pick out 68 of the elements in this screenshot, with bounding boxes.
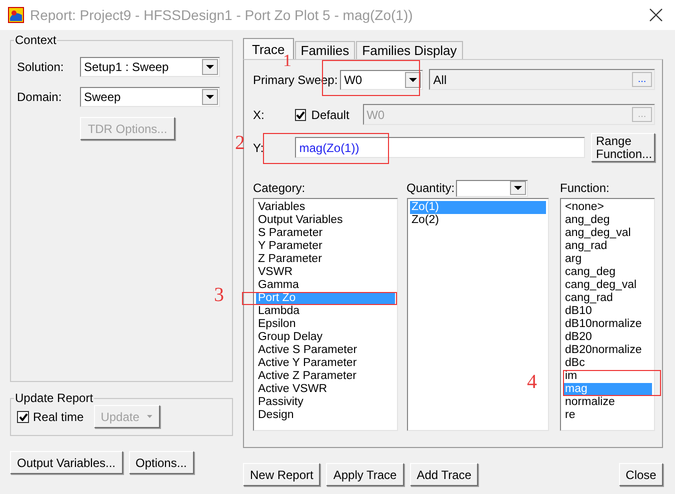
function-item[interactable]: ang_deg_val [563, 227, 652, 240]
function-item[interactable]: ang_rad [563, 240, 652, 253]
category-item[interactable]: Passivity [256, 396, 395, 409]
group-title: Context [14, 33, 58, 47]
y-expression-field[interactable]: mag(Zo(1)) [295, 137, 585, 158]
category-item[interactable]: Gamma [256, 279, 395, 292]
category-item[interactable]: Group Delay [256, 331, 395, 344]
category-item[interactable]: Active Z Parameter [256, 370, 395, 383]
category-item[interactable]: Active Y Parameter [256, 357, 395, 370]
close-icon[interactable] [649, 8, 663, 22]
category-item[interactable]: Lambda [256, 305, 395, 318]
function-item[interactable]: dBc [563, 357, 652, 370]
close-button[interactable]: Close [619, 463, 663, 486]
sweep-range-field[interactable]: All ... [429, 69, 655, 90]
function-item[interactable]: arg [563, 253, 652, 266]
checkbox-label: Default [311, 108, 350, 122]
category-item[interactable]: Output Variables [256, 214, 395, 227]
dialog-button[interactable]: New Report [243, 463, 320, 486]
checkbox[interactable] [17, 410, 29, 422]
function-item[interactable]: dB10 [563, 305, 652, 318]
window-title: Report: Project9 - HFSSDesign1 - Port Zo Plot 5 - mag(Zo(1)) [30, 7, 414, 23]
app-icon [8, 7, 24, 23]
variable-dropdown[interactable]: W0 [340, 70, 424, 90]
category-item[interactable]: Active VSWR [256, 383, 395, 396]
range-function-button[interactable]: Range Function... [591, 133, 655, 162]
function-item[interactable]: ang_deg [563, 214, 652, 227]
function-item[interactable]: normalize [563, 396, 652, 409]
function-item[interactable]: cang_rad [563, 292, 652, 305]
category-item[interactable]: Epsilon [256, 318, 395, 331]
dialog-button[interactable]: Options... [128, 451, 194, 474]
field-label: Solution: [17, 60, 65, 74]
category-item[interactable]: Variables [256, 201, 395, 214]
domain-dropdown[interactable]: Sweep [80, 87, 220, 107]
solution-dropdown[interactable]: Setup1 : Sweep [80, 57, 220, 77]
caret-icon [147, 414, 153, 419]
annotation-number: 2 [235, 133, 245, 153]
list-label: Category: [253, 180, 306, 197]
function-item[interactable]: cang_deg [563, 266, 652, 279]
checkbox-label: Real time [33, 410, 84, 424]
category-item[interactable]: VSWR [256, 266, 395, 279]
list-label: Function: [560, 180, 610, 197]
function-item[interactable]: dB20normalize [563, 344, 652, 357]
category-item[interactable]: Y Parameter [256, 240, 395, 253]
function-item[interactable]: dB10normalize [563, 318, 652, 331]
dialog-button[interactable]: Output Variables... [10, 451, 122, 474]
dialog-button[interactable]: Apply Trace [326, 463, 404, 486]
annotation-number: 3 [214, 285, 224, 305]
quantity-item[interactable]: Zo(2) [410, 214, 546, 227]
function-item[interactable]: re [563, 409, 652, 422]
quantity-filter-dropdown[interactable] [456, 180, 528, 196]
annotation-number: 4 [527, 372, 537, 392]
tab[interactable]: Families Display [356, 41, 463, 59]
dialog-button[interactable]: Add Trace [410, 463, 478, 486]
function-item[interactable]: im [563, 370, 652, 383]
function-item[interactable]: dB20 [563, 331, 652, 344]
field-label: Domain: [17, 90, 63, 104]
browse-button[interactable]: ... [632, 72, 652, 87]
group-title: Update Report [14, 391, 94, 405]
category-item[interactable]: Active S Parameter [256, 344, 395, 357]
list-label: Quantity: [406, 181, 455, 195]
category-item[interactable]: Z Parameter [256, 253, 395, 266]
category-item[interactable]: Design [256, 409, 395, 422]
function-item[interactable]: <none> [563, 201, 652, 214]
field-label: X: [253, 108, 266, 122]
field-label: Y: [253, 140, 265, 154]
function-item[interactable]: cang_deg_val [563, 279, 652, 292]
category-item[interactable]: S Parameter [256, 227, 395, 240]
tab[interactable]: Families [294, 41, 356, 59]
